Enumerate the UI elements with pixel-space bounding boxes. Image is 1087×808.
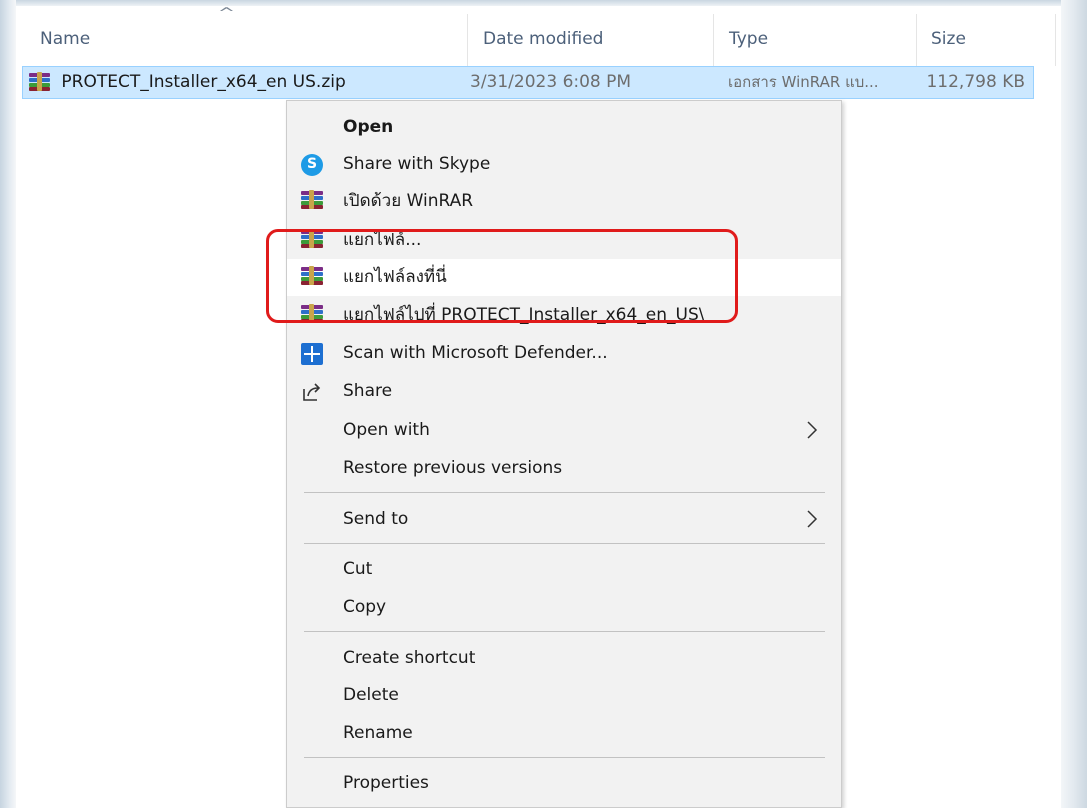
menu-item-label: Delete — [343, 685, 399, 705]
menu-item-share-skype[interactable]: S Share with Skype — [287, 146, 841, 183]
menu-item-open-winrar[interactable]: เปิดด้วย WinRAR — [287, 183, 841, 220]
winrar-icon — [301, 304, 323, 327]
window-frame-right — [1061, 0, 1087, 808]
column-divider[interactable] — [916, 14, 917, 66]
column-size-header[interactable]: Size — [931, 24, 966, 54]
menu-item-label: Restore previous versions — [343, 458, 563, 478]
column-divider[interactable] — [467, 14, 468, 66]
menu-item-label: Send to — [343, 509, 409, 529]
menu-item-extract-to-folder[interactable]: แยกไฟล์ไปที่ PROTECT_Installer_x64_en_US… — [287, 297, 841, 334]
winrar-archive-icon — [29, 72, 50, 91]
chevron-right-icon — [807, 510, 818, 528]
sort-ascending-icon: ^ — [217, 6, 236, 21]
menu-item-label: Cut — [343, 559, 373, 579]
defender-shield-icon — [301, 343, 323, 365]
menu-item-properties[interactable]: Properties — [287, 765, 841, 802]
menu-item-extract-files[interactable]: แยกไฟล์... — [287, 222, 841, 259]
menu-item-extract-here[interactable]: แยกไฟล์ลงที่นี่ — [287, 259, 841, 296]
file-row-selected[interactable]: PROTECT_Installer_x64_en US.zip 3/31/202… — [22, 66, 1034, 99]
file-name: PROTECT_Installer_x64_en US.zip — [61, 72, 346, 92]
column-divider[interactable] — [713, 14, 714, 66]
file-date-cell: 3/31/2023 6:08 PM — [470, 72, 632, 92]
column-divider[interactable] — [1055, 14, 1056, 66]
menu-item-send-to[interactable]: Send to — [287, 501, 841, 538]
menu-item-copy[interactable]: Copy — [287, 589, 841, 626]
menu-item-label: Scan with Microsoft Defender... — [343, 343, 608, 363]
chevron-right-icon — [807, 421, 818, 439]
menu-item-delete[interactable]: Delete — [287, 677, 841, 714]
menu-item-label: แยกไฟล์ลงที่นี่ — [343, 267, 447, 287]
menu-item-create-shortcut[interactable]: Create shortcut — [287, 640, 841, 677]
column-date-modified-header[interactable]: Date modified — [483, 24, 603, 54]
menu-item-label: Copy — [343, 597, 387, 617]
menu-item-open[interactable]: Open — [287, 109, 841, 146]
menu-item-cut[interactable]: Cut — [287, 551, 841, 588]
column-header-row: Name ^ Date modified Type Size — [16, 6, 1061, 66]
menu-item-label: แยกไฟล์... — [343, 230, 422, 250]
winrar-icon — [301, 190, 323, 213]
menu-item-label: Share — [343, 381, 393, 401]
menu-item-label: Open — [343, 117, 394, 137]
file-size-cell: 112,798 KB — [926, 72, 1025, 92]
menu-item-label: Properties — [343, 773, 429, 793]
winrar-icon — [301, 266, 323, 289]
menu-item-label: เปิดด้วย WinRAR — [343, 191, 474, 211]
share-icon — [303, 383, 321, 401]
menu-separator — [304, 757, 825, 758]
window-frame-left — [0, 0, 16, 808]
file-type-cell: เอกสาร WinRAR แบ... — [728, 73, 879, 91]
context-menu: Open S Share with Skype เปิดด้วย WinRAR … — [286, 100, 842, 808]
menu-separator — [304, 631, 825, 632]
menu-item-label: แยกไฟล์ไปที่ PROTECT_Installer_x64_en_US… — [343, 305, 705, 325]
menu-item-open-with[interactable]: Open with — [287, 412, 841, 449]
skype-icon: S — [301, 154, 323, 176]
menu-item-label: Create shortcut — [343, 648, 476, 668]
winrar-icon — [301, 229, 323, 252]
menu-item-scan-defender[interactable]: Scan with Microsoft Defender... — [287, 335, 841, 372]
menu-item-label: Open with — [343, 420, 430, 440]
menu-separator — [304, 492, 825, 493]
column-type-header[interactable]: Type — [729, 24, 768, 54]
menu-item-label: Rename — [343, 723, 413, 743]
menu-separator — [304, 543, 825, 544]
menu-item-share[interactable]: Share — [287, 373, 841, 410]
file-name-cell: PROTECT_Installer_x64_en US.zip — [29, 67, 346, 98]
column-name-header[interactable]: Name — [40, 24, 90, 54]
menu-item-label: Share with Skype — [343, 154, 491, 174]
menu-item-restore-versions[interactable]: Restore previous versions — [287, 450, 841, 487]
menu-item-rename[interactable]: Rename — [287, 715, 841, 752]
